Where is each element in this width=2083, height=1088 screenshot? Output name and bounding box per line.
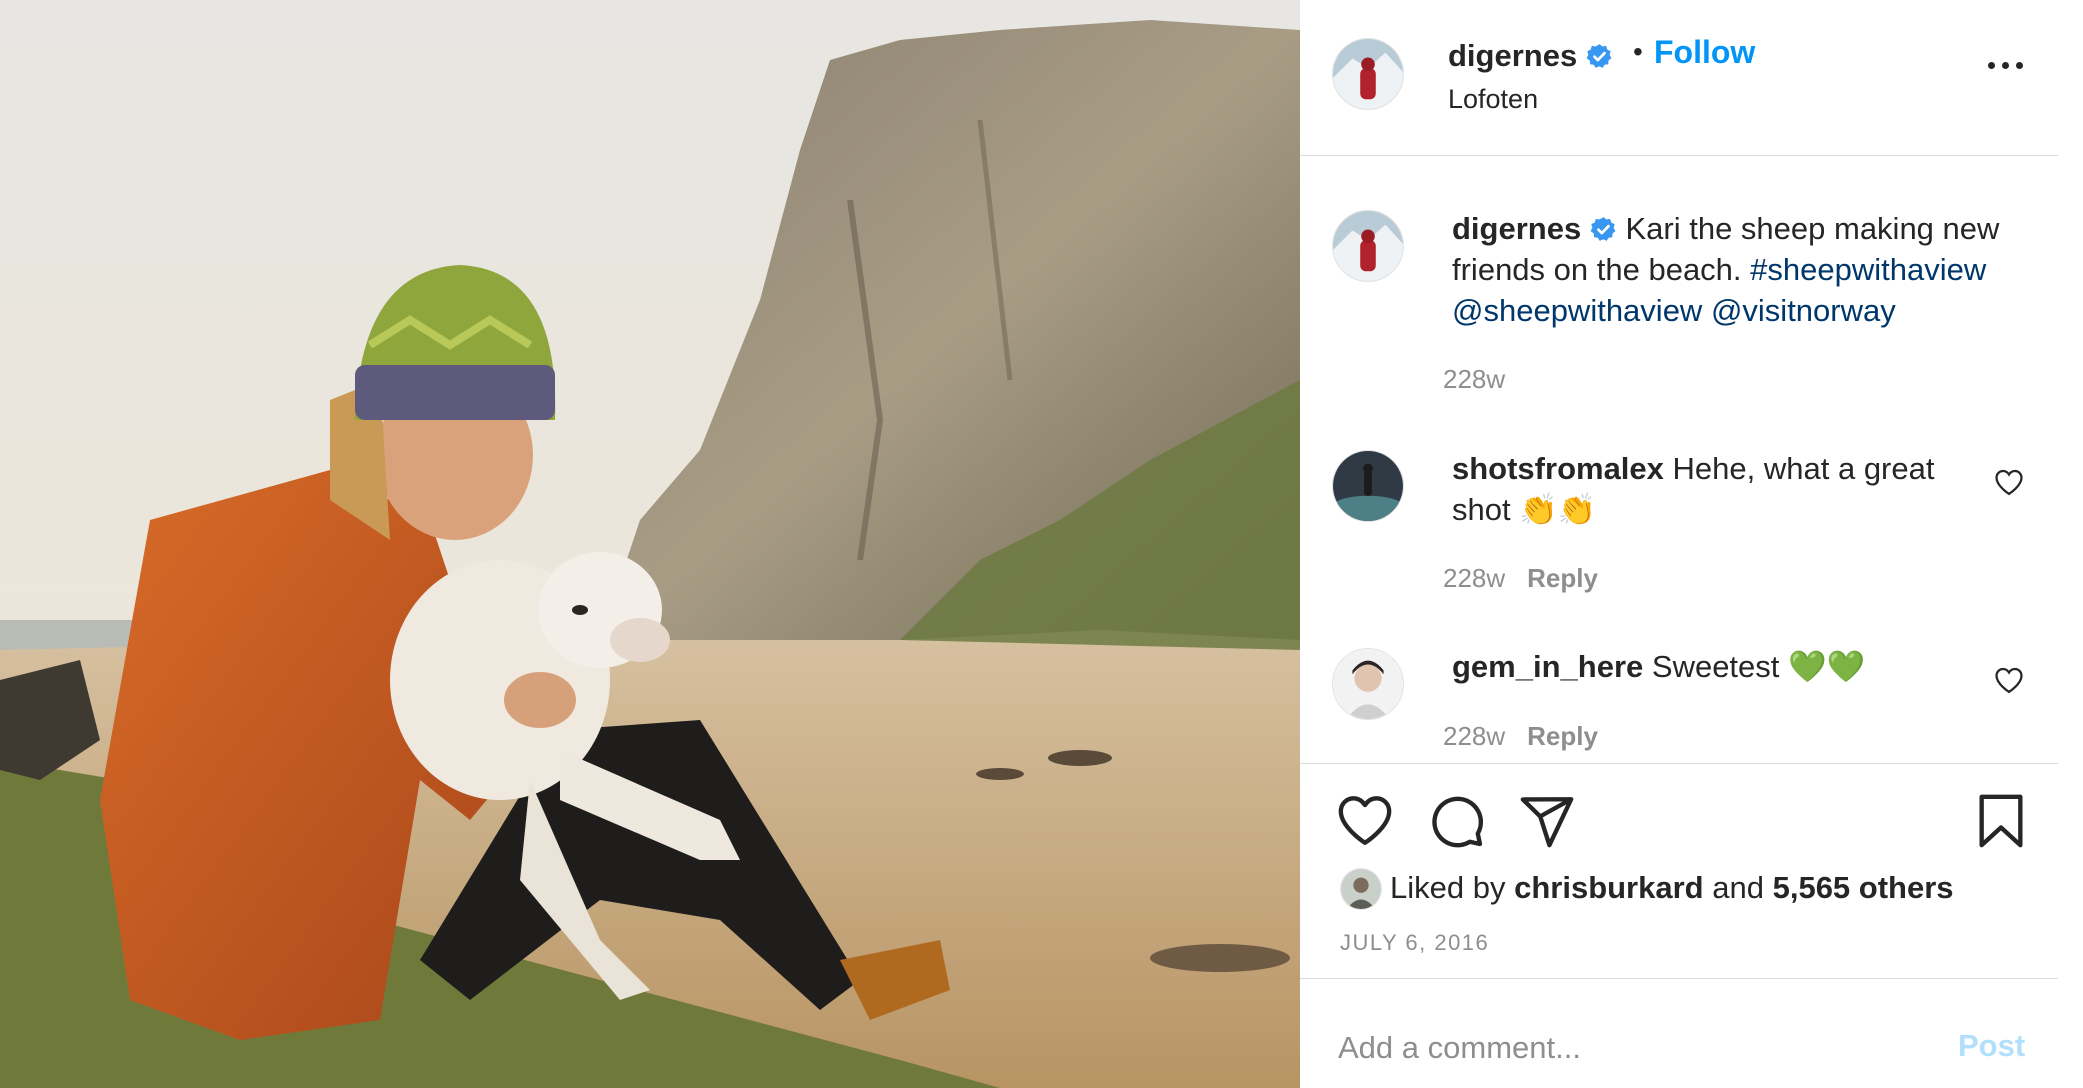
comments-divider <box>1300 763 2058 764</box>
liker-avatar[interactable] <box>1340 868 1382 910</box>
commenter-avatar[interactable] <box>1332 648 1404 720</box>
avatar-image <box>1333 451 1403 521</box>
comment-like-heart-icon[interactable] <box>1994 666 2024 694</box>
comment-username[interactable]: shotsfromalex <box>1452 451 1664 486</box>
bookmark-icon[interactable] <box>1972 792 2030 850</box>
caption-author-avatar[interactable] <box>1332 210 1404 282</box>
commenter-avatar[interactable] <box>1332 450 1404 522</box>
comment-username[interactable]: gem_in_here <box>1452 649 1643 684</box>
heart-icon[interactable] <box>1336 792 1394 850</box>
comment-age[interactable]: 228w <box>1443 563 1505 593</box>
verified-badge-icon <box>1590 216 1617 243</box>
likes-others[interactable]: 5,565 others <box>1773 870 1954 905</box>
post-caption: digernes Kari the sheep making new frien… <box>1452 208 2042 331</box>
post-photo[interactable] <box>0 0 1300 1088</box>
comment-age[interactable]: 228w <box>1443 721 1505 751</box>
comment-text: Sweetest 💚💚 <box>1651 649 1866 684</box>
likes-summary[interactable]: Liked by chrisburkard and 5,565 others <box>1340 868 1954 910</box>
comment-box-divider <box>1300 978 2058 979</box>
post-location[interactable]: Lofoten <box>1448 84 1538 115</box>
post-image <box>0 0 1300 1088</box>
likes-and: and <box>1712 870 1764 905</box>
caption-age[interactable]: 228w <box>1443 364 1505 395</box>
verified-badge-icon <box>1586 43 1613 70</box>
header-divider <box>1300 155 2058 156</box>
hashtag-link[interactable]: #sheepwithaview <box>1750 252 1986 287</box>
follow-button[interactable]: Follow <box>1654 34 1755 71</box>
author-username[interactable]: digernes <box>1448 38 1613 74</box>
comment-like-heart-icon[interactable] <box>1994 468 2024 496</box>
likes-prefix: Liked by <box>1390 870 1506 905</box>
comment-item: shotsfromalex Hehe, what a great shot 👏👏 <box>1452 448 1972 530</box>
send-icon[interactable] <box>1518 792 1576 850</box>
avatar-image <box>1333 39 1403 109</box>
mention-link[interactable]: @visitnorway <box>1711 293 1896 328</box>
post-side-panel <box>1300 0 2060 1088</box>
author-username-text[interactable]: digernes <box>1448 38 1577 73</box>
caption-username[interactable]: digernes <box>1452 211 1581 246</box>
header-separator-dot: • <box>1633 36 1643 67</box>
comment-item: gem_in_here Sweetest 💚💚 <box>1452 646 1972 687</box>
add-comment-input[interactable] <box>1338 1026 1938 1070</box>
reply-button[interactable]: Reply <box>1527 563 1598 593</box>
avatar-image <box>1333 649 1403 719</box>
liker-username[interactable]: chrisburkard <box>1514 870 1704 905</box>
more-horizontal-icon[interactable] <box>1988 60 2024 70</box>
comment-icon[interactable] <box>1428 792 1486 850</box>
author-avatar[interactable] <box>1332 38 1404 110</box>
mention-link[interactable]: @sheepwithaview <box>1452 293 1702 328</box>
post-comment-button[interactable]: Post <box>1958 1028 2025 1064</box>
comment-meta: 228w Reply <box>1443 721 1598 752</box>
avatar-image <box>1333 211 1403 281</box>
reply-button[interactable]: Reply <box>1527 721 1598 751</box>
post-date[interactable]: JULY 6, 2016 <box>1340 930 1489 956</box>
comment-meta: 228w Reply <box>1443 563 1598 594</box>
